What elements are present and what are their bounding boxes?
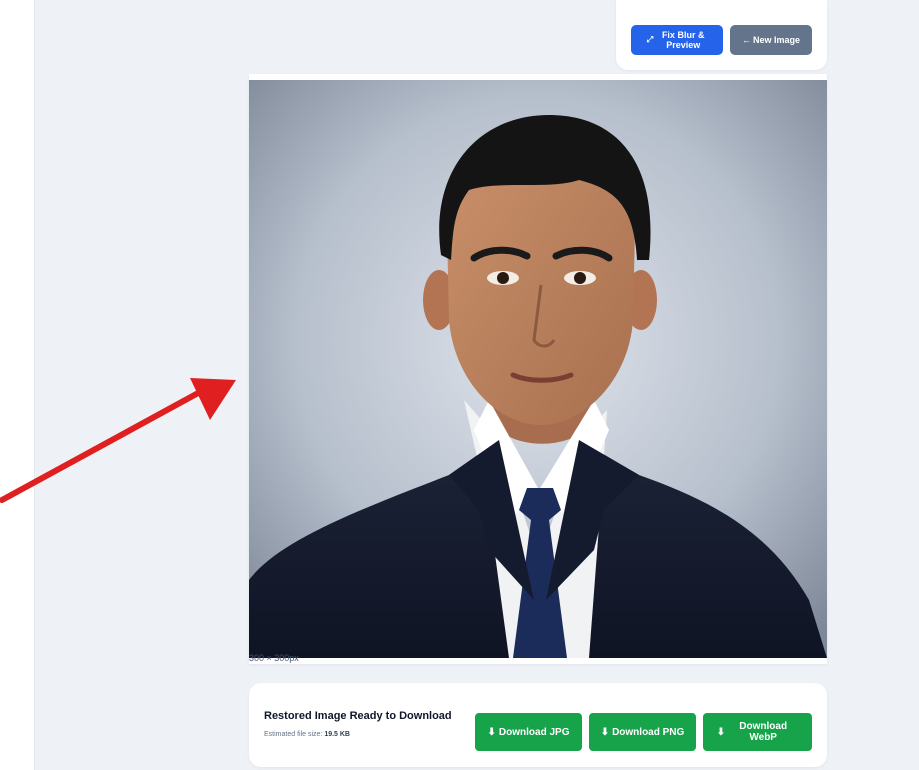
image-preview-card: 300 × 300px [249, 74, 827, 664]
download-png-button[interactable]: ⬇ Download PNG [589, 713, 696, 751]
download-jpg-button[interactable]: ⬇ Download JPG [475, 713, 582, 751]
new-image-label: New Image [752, 35, 801, 45]
annotation-arrow-icon [0, 378, 236, 503]
restored-image [249, 80, 827, 658]
download-arrow-icon: ⬇ [487, 726, 496, 738]
download-card: Restored Image Ready to Download Estimat… [249, 683, 827, 767]
fix-blur-preview-label: Fix Blur & Preview [661, 30, 705, 50]
size-value: 19.5 KB [324, 731, 350, 738]
download-png-label: Download PNG [612, 726, 685, 738]
resize-arrows-icon: ⤢ [646, 35, 654, 44]
download-jpg-label: Download JPG [498, 726, 570, 738]
arrow-left-icon: ← [741, 35, 751, 45]
download-arrow-icon: ⬇ [716, 726, 726, 738]
toolbar-card: ⤢ Fix Blur & Preview ← New Image [616, 0, 827, 70]
size-label: Estimated file size: [264, 731, 323, 738]
download-arrow-icon: ⬇ [600, 726, 610, 738]
image-dimensions: 300 × 300px [249, 653, 299, 663]
new-image-button[interactable]: ← New Image [730, 25, 812, 55]
fix-blur-preview-button[interactable]: ⤢ Fix Blur & Preview [631, 25, 723, 55]
download-webp-label: Download WebP [739, 721, 788, 743]
estimated-file-size: Estimated file size: 19.5 KB [264, 731, 350, 738]
download-webp-button[interactable]: ⬇ Download WebP [703, 713, 812, 751]
ready-title: Restored Image Ready to Download [264, 710, 452, 722]
